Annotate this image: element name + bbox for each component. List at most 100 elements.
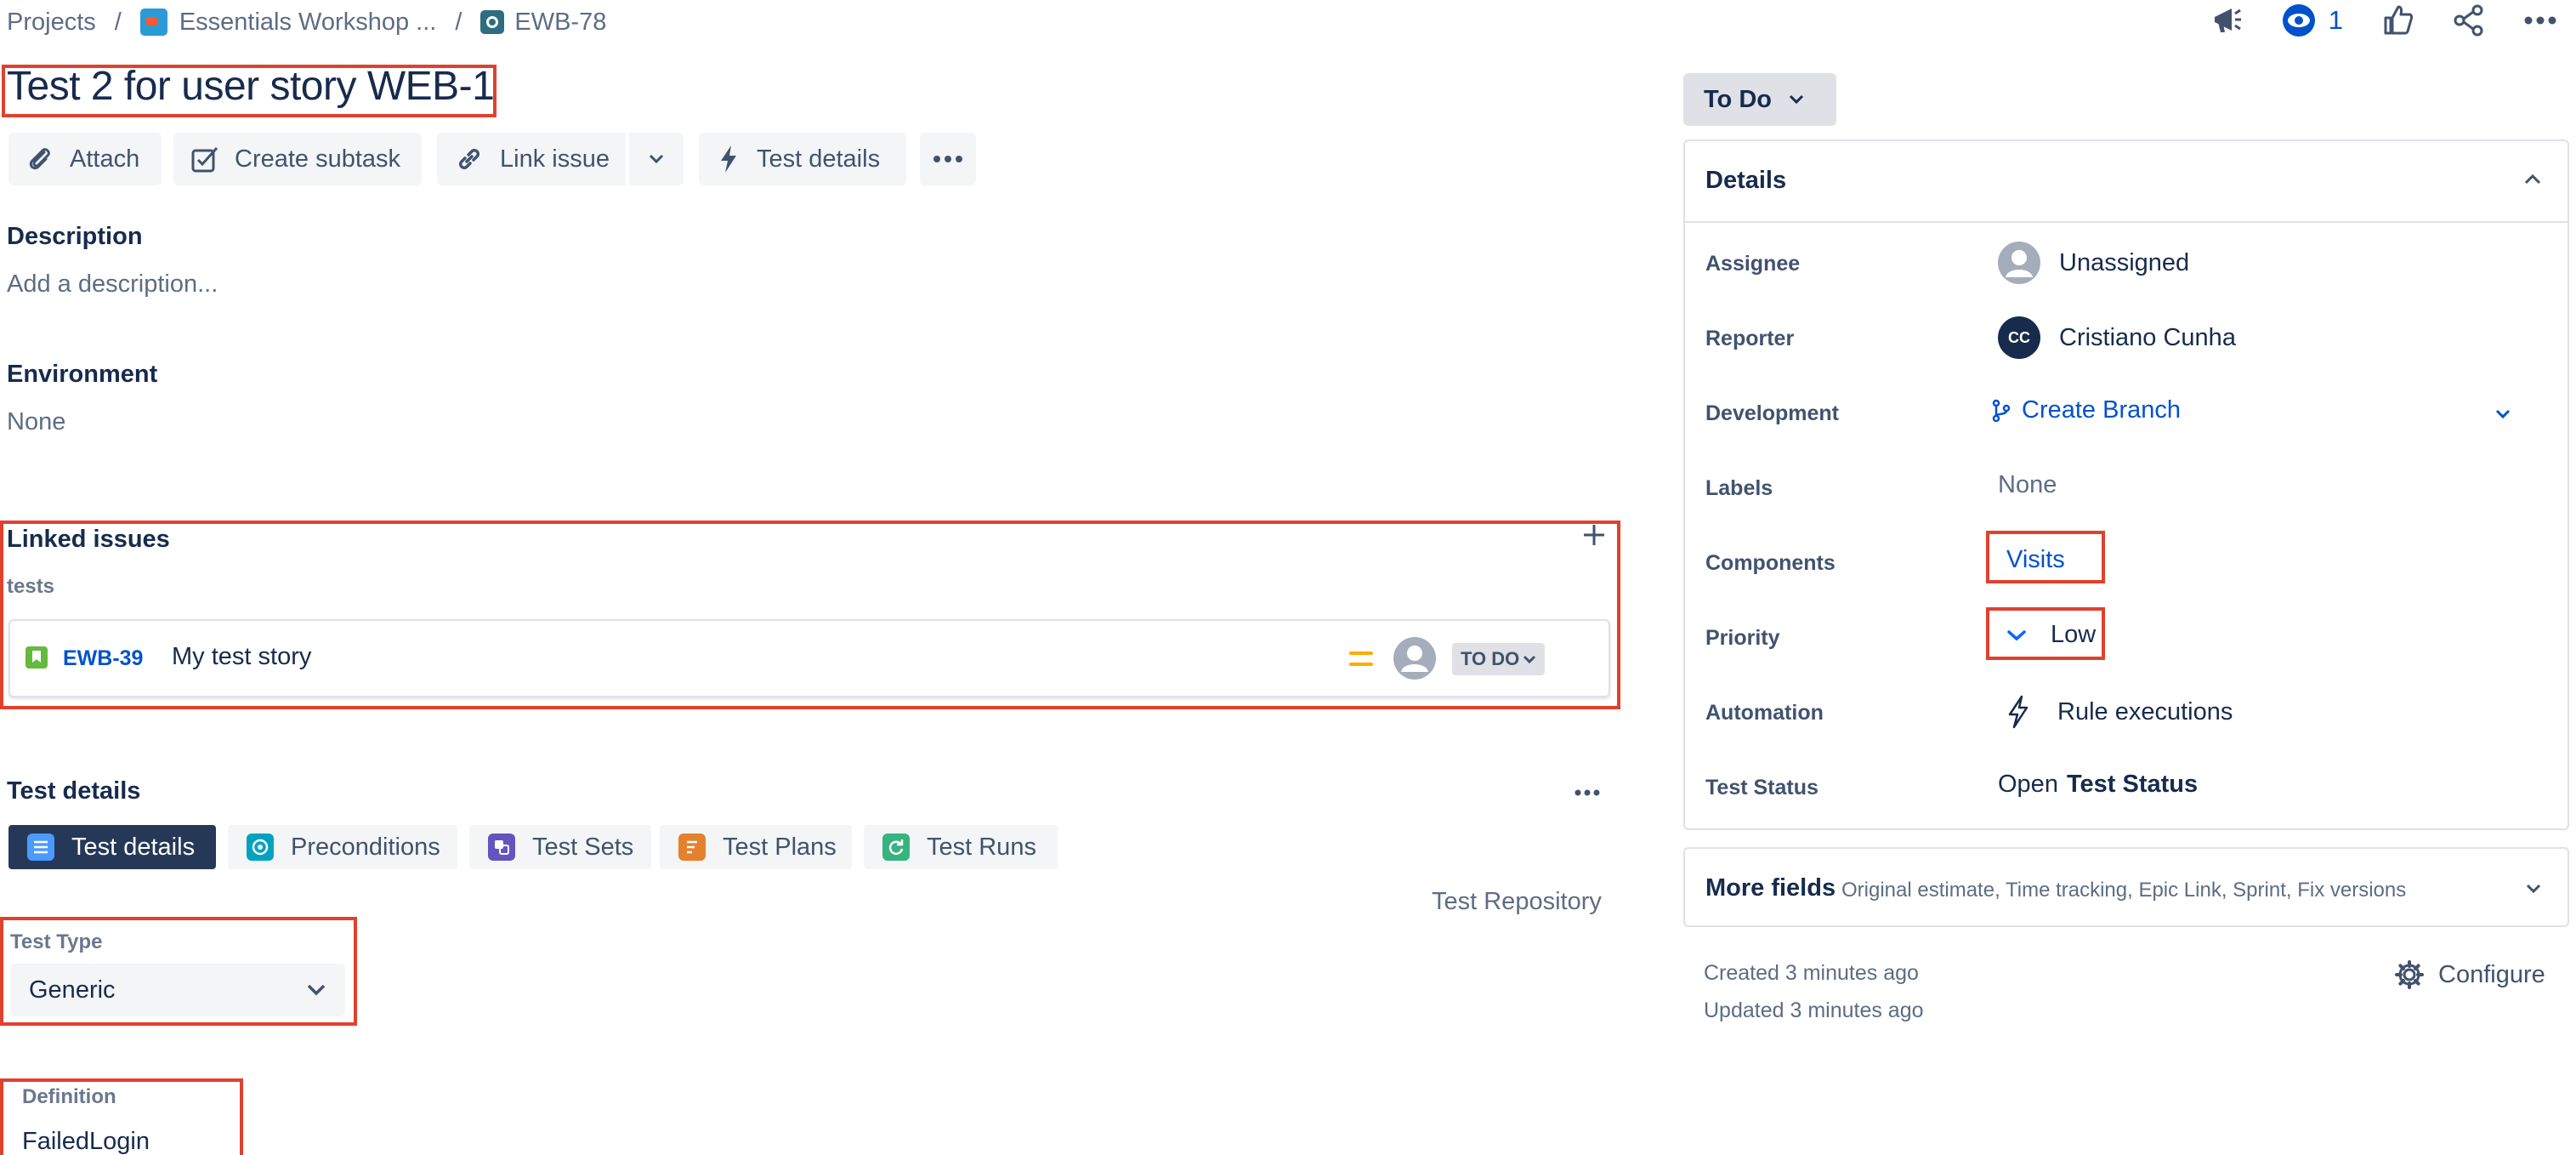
test-plans-icon xyxy=(678,834,706,861)
more-icon xyxy=(933,156,962,162)
tab-test-sets[interactable]: Test Sets xyxy=(469,825,651,869)
details-heading: Details xyxy=(1705,167,1787,194)
like-icon[interactable] xyxy=(2380,3,2414,37)
test-status-open: Open xyxy=(1998,771,2058,798)
updated-timestamp: Updated 3 minutes ago xyxy=(1704,999,1924,1022)
labels-field[interactable]: None xyxy=(1998,471,2057,499)
tab-test-runs[interactable]: Test Runs xyxy=(864,825,1058,869)
tab-label: Test Plans xyxy=(723,833,837,861)
feedback-icon[interactable] xyxy=(2210,3,2244,37)
linked-issue-status-label: TO DO xyxy=(1461,648,1520,669)
environment-field[interactable]: None xyxy=(7,408,65,436)
test-details-button[interactable]: Test details xyxy=(699,133,906,185)
watch-button[interactable]: 1 xyxy=(2281,3,2343,38)
assignee-value: Unassigned xyxy=(2059,248,2190,276)
linked-issue-key[interactable]: EWB-39 xyxy=(63,646,143,671)
priority-medium-icon xyxy=(1348,648,1374,674)
attach-label: Attach xyxy=(70,145,140,173)
development-label: Development xyxy=(1705,401,1839,425)
subtask-icon xyxy=(191,146,218,173)
reporter-value: Cristiano Cunha xyxy=(2059,323,2236,351)
link-issue-dropdown[interactable] xyxy=(629,133,684,185)
chevron-down-icon xyxy=(1789,94,1804,105)
test-type-label: Test Type xyxy=(10,930,103,953)
description-field[interactable]: Add a description... xyxy=(7,270,218,299)
create-branch-link[interactable]: Create Branch xyxy=(1991,396,2181,424)
chevron-down-icon xyxy=(307,984,326,996)
details-header[interactable]: Details xyxy=(1685,141,2567,223)
components-label: Components xyxy=(1705,551,1836,575)
link-issue-button[interactable]: Link issue xyxy=(437,133,626,185)
components-highlight xyxy=(1986,531,2105,583)
details-panel: Details Assignee Unassigned Reporter CC … xyxy=(1683,139,2569,830)
create-subtask-label: Create subtask xyxy=(235,145,401,173)
automation-label: Automation xyxy=(1705,701,1824,725)
breadcrumb-separator: / xyxy=(455,8,462,36)
attach-button[interactable]: Attach xyxy=(9,133,162,185)
link-icon xyxy=(458,148,480,170)
reporter-label: Reporter xyxy=(1705,327,1795,350)
share-icon[interactable] xyxy=(2452,3,2486,37)
paperclip-icon xyxy=(29,148,50,170)
assignee-label: Assignee xyxy=(1705,252,1801,276)
breadcrumb-separator: / xyxy=(114,8,122,36)
assignee-field[interactable]: Unassigned xyxy=(1998,242,2189,284)
test-details-more-icon[interactable] xyxy=(1575,786,1600,801)
unassigned-avatar-icon xyxy=(1998,242,2040,284)
more-fields-section[interactable]: More fields Original estimate, Time trac… xyxy=(1683,847,2569,927)
precondition-icon xyxy=(247,834,274,861)
more-icon[interactable] xyxy=(2523,15,2557,26)
tab-label: Preconditions xyxy=(291,833,440,861)
created-timestamp: Created 3 minutes ago xyxy=(1704,961,1919,985)
linked-issue-status[interactable]: TO DO xyxy=(1452,643,1546,675)
development-value: Create Branch xyxy=(2022,396,2181,424)
tab-test-plans[interactable]: Test Plans xyxy=(660,825,852,869)
test-type-select[interactable]: Generic xyxy=(10,964,345,1016)
rule-executions-link[interactable]: Rule executions xyxy=(2003,694,2233,730)
link-relation-label: tests xyxy=(7,575,55,598)
add-link-icon[interactable] xyxy=(1581,522,1607,552)
reporter-field[interactable]: CC Cristiano Cunha xyxy=(1998,316,2236,359)
story-icon xyxy=(26,646,48,669)
watch-count: 1 xyxy=(2328,5,2343,35)
test-status-field[interactable]: Open Test Status xyxy=(1998,771,2198,799)
link-issue-label: Link issue xyxy=(500,145,610,173)
status-dropdown[interactable]: To Do xyxy=(1683,73,1836,126)
assignee-avatar-icon xyxy=(1393,636,1437,685)
chevron-up-icon xyxy=(2524,174,2541,185)
definition-label: Definition xyxy=(22,1085,116,1108)
list-icon xyxy=(27,834,54,861)
test-sets-icon xyxy=(488,834,515,861)
reporter-avatar: CC xyxy=(1998,316,2040,359)
breadcrumb-project[interactable]: Essentials Workshop ... xyxy=(179,9,436,37)
tab-preconditions[interactable]: Preconditions xyxy=(228,825,457,869)
lightning-icon xyxy=(721,145,736,173)
tab-test-details[interactable]: Test details xyxy=(9,825,216,869)
automation-value: Rule executions xyxy=(2057,697,2233,725)
test-type-value: Generic xyxy=(29,976,116,1004)
definition-value[interactable]: FailedLogin xyxy=(22,1128,150,1155)
tab-label: Test details xyxy=(71,833,196,861)
chevron-down-icon[interactable] xyxy=(2494,408,2511,420)
breadcrumb-issue-key[interactable]: EWB-78 xyxy=(514,9,606,37)
create-subtask-button[interactable]: Create subtask xyxy=(173,133,422,185)
breadcrumb-projects[interactable]: Projects xyxy=(7,9,96,37)
issue-actions: 1 xyxy=(2172,0,2557,41)
more-fields-heading: More fields xyxy=(1705,874,1836,902)
configure-button[interactable]: Configure xyxy=(2394,959,2545,990)
linked-issue-row[interactable]: EWB-39 My test story TO DO xyxy=(9,619,1610,697)
more-actions-button[interactable] xyxy=(920,133,976,185)
test-status-label: Test Status xyxy=(1705,776,1819,799)
test-runs-icon xyxy=(882,834,910,861)
linked-issue-summary[interactable]: My test story xyxy=(172,643,311,671)
project-icon xyxy=(139,9,167,36)
eye-icon xyxy=(2282,4,2315,37)
priority-label: Priority xyxy=(1705,626,1780,650)
tab-label: Test Runs xyxy=(927,833,1036,861)
environment-heading: Environment xyxy=(7,361,158,388)
tab-label: Test Sets xyxy=(532,833,634,861)
test-repository-link[interactable]: Test Repository xyxy=(1432,888,1602,916)
chevron-down-icon xyxy=(649,154,664,164)
more-fields-list: Original estimate, Time tracking, Epic L… xyxy=(1841,879,2407,902)
chevron-down-icon xyxy=(1523,655,1536,664)
